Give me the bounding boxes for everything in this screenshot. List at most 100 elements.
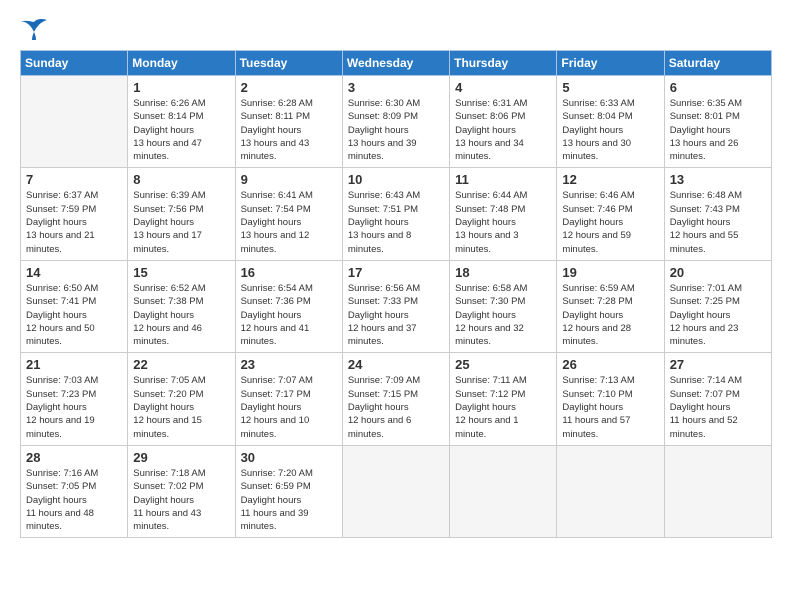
day-info: Sunrise: 6:43 AMSunset: 7:51 PMDaylight …	[348, 189, 444, 255]
weekday-header-sunday: Sunday	[21, 51, 128, 76]
sunset-label: Sunset: 7:28 PM	[562, 296, 632, 307]
sunset-label: Sunset: 7:56 PM	[133, 204, 203, 215]
day-info: Sunrise: 6:28 AM Sunset: 8:11 PM Daylight …	[241, 97, 337, 163]
daylight-label: Daylight hours	[670, 310, 731, 321]
calendar-cell: 2 Sunrise: 6:28 AM Sunset: 8:11 PM Daylight…	[235, 76, 342, 168]
calendar-cell: 28Sunrise: 7:16 AMSunset: 7:05 PMDayligh…	[21, 445, 128, 537]
sunrise-label: Sunrise: 6:39 AM	[133, 190, 205, 201]
daylight-value: 13 hours and 26 minutes.	[670, 138, 739, 162]
day-number: 3	[348, 80, 444, 95]
calendar-cell: 17Sunrise: 6:56 AMSunset: 7:33 PMDayligh…	[342, 260, 449, 352]
calendar-cell: 7Sunrise: 6:37 AMSunset: 7:59 PMDaylight…	[21, 168, 128, 260]
daylight-label: Daylight hours	[455, 310, 516, 321]
calendar-cell: 23 Sunrise: 7:07 AMSunset: 7:17 PMDayligh…	[235, 353, 342, 445]
daylight-value: 13 hours and 47 minutes.	[133, 138, 202, 162]
sunset-label: Sunset: 8:09 PM	[348, 111, 418, 122]
day-info: Sunrise: 6:31 AMSunset: 8:06 PMDaylight …	[455, 97, 551, 163]
calendar-cell	[342, 445, 449, 537]
daylight-value: 11 hours and 43 minutes.	[133, 508, 201, 532]
sunset-label: Sunset: 7:07 PM	[670, 389, 740, 400]
daylight-value: 11 hours and 57 minutes.	[562, 415, 630, 439]
sunrise-label: Sunrise: 7:13 AM	[562, 375, 634, 386]
daylight-label: Daylight hours	[26, 402, 87, 413]
calendar-cell: 9 Sunrise: 6:41 AMSunset: 7:54 PMDaylight…	[235, 168, 342, 260]
day-number: 7	[26, 172, 122, 187]
daylight-value: 12 hours and 6 minutes.	[348, 415, 411, 439]
day-number: 6	[670, 80, 766, 95]
logo-icon	[20, 18, 48, 40]
sunset-label: Sunset: 7:54 PM	[241, 204, 311, 215]
day-info: Sunrise: 7:05 AMSunset: 7:20 PMDaylight …	[133, 374, 229, 440]
weekday-header-monday: Monday	[128, 51, 235, 76]
day-number: 2	[241, 80, 337, 95]
day-info: Sunrise: 7:11 AMSunset: 7:12 PMDaylight …	[455, 374, 551, 440]
daylight-value: 13 hours and 8 minutes.	[348, 230, 411, 254]
sunrise-label: Sunrise: 7:09 AM	[348, 375, 420, 386]
day-number: 8	[133, 172, 229, 187]
day-info: Sunrise: 7:01 AM Sunset: 7:25 PM Daylight …	[670, 282, 766, 348]
day-info: Sunrise: 6:35 AMSunset: 8:01 PMDaylight …	[670, 97, 766, 163]
calendar-cell: 26Sunrise: 7:13 AMSunset: 7:10 PMDayligh…	[557, 353, 664, 445]
sunrise-label: Sunrise: 6:50 AM	[26, 283, 98, 294]
daylight-label: Daylight hours	[241, 310, 302, 321]
day-number: 14	[26, 265, 122, 280]
day-info: Sunrise: 6:48 AMSunset: 7:43 PMDaylight …	[670, 189, 766, 255]
daylight-value: 12 hours and 19 minutes.	[26, 415, 95, 439]
sunset-label: Sunset: 7:10 PM	[562, 389, 632, 400]
calendar-cell: 24Sunrise: 7:09 AMSunset: 7:15 PMDayligh…	[342, 353, 449, 445]
day-info: Sunrise: 6:39 AMSunset: 7:56 PMDaylight …	[133, 189, 229, 255]
day-number: 13	[670, 172, 766, 187]
day-info: Sunrise: 7:07 AMSunset: 7:17 PMDaylight …	[241, 374, 337, 440]
daylight-label: Daylight hours	[455, 217, 516, 228]
day-info: Sunrise: 6:46 AMSunset: 7:46 PMDaylight …	[562, 189, 658, 255]
day-info: Sunrise: 6:52 AMSunset: 7:38 PMDaylight …	[133, 282, 229, 348]
day-info: Sunrise: 6:41 AMSunset: 7:54 PMDaylight …	[241, 189, 337, 255]
sunrise-label: Sunrise: 7:01 AM	[670, 283, 742, 294]
daylight-value: 13 hours and 17 minutes.	[133, 230, 202, 254]
week-row-5: 28Sunrise: 7:16 AMSunset: 7:05 PMDayligh…	[21, 445, 772, 537]
sunrise-label: Sunrise: 6:43 AM	[348, 190, 420, 201]
day-info: Sunrise: 6:50 AMSunset: 7:41 PMDaylight …	[26, 282, 122, 348]
day-number: 21	[26, 357, 122, 372]
day-info: Sunrise: 7:14 AMSunset: 7:07 PMDaylight …	[670, 374, 766, 440]
daylight-value: 12 hours and 1 minute.	[455, 415, 518, 439]
daylight-label: Daylight hours	[133, 495, 194, 506]
sunrise-label: Sunrise: 6:33 AM	[562, 98, 634, 109]
daylight-label: Daylight hours	[348, 310, 409, 321]
calendar-cell: 25Sunrise: 7:11 AMSunset: 7:12 PMDayligh…	[450, 353, 557, 445]
calendar-cell: 22Sunrise: 7:05 AMSunset: 7:20 PMDayligh…	[128, 353, 235, 445]
sunset-label: Sunset: 7:20 PM	[133, 389, 203, 400]
sunset-label: Sunset: 7:38 PM	[133, 296, 203, 307]
daylight-label: Daylight hours	[241, 125, 302, 136]
sunrise-label: Sunrise: 7:07 AM	[241, 375, 313, 386]
sunrise-label: Sunrise: 6:31 AM	[455, 98, 527, 109]
sunrise-label: Sunrise: 6:28 AM	[241, 98, 313, 109]
day-number: 24	[348, 357, 444, 372]
day-number: 10	[348, 172, 444, 187]
sunset-label: Sunset: 7:25 PM	[670, 296, 740, 307]
sunrise-label: Sunrise: 6:44 AM	[455, 190, 527, 201]
day-number: 4	[455, 80, 551, 95]
sunset-label: Sunset: 7:15 PM	[348, 389, 418, 400]
day-info: Sunrise: 7:20 AMSunset: 6:59 PMDaylight …	[241, 467, 337, 533]
sunrise-label: Sunrise: 6:48 AM	[670, 190, 742, 201]
daylight-value: 12 hours and 23 minutes.	[670, 323, 739, 347]
daylight-value: 11 hours and 52 minutes.	[670, 415, 738, 439]
daylight-label: Daylight hours	[670, 217, 731, 228]
weekday-header-thursday: Thursday	[450, 51, 557, 76]
daylight-value: 13 hours and 12 minutes.	[241, 230, 310, 254]
day-number: 23	[241, 357, 337, 372]
daylight-value: 13 hours and 39 minutes.	[348, 138, 417, 162]
day-number: 30	[241, 450, 337, 465]
daylight-label: Daylight hours	[562, 310, 623, 321]
sunset-label: Sunset: 8:11 PM	[241, 111, 311, 122]
sunset-label: Sunset: 7:41 PM	[26, 296, 96, 307]
day-number: 9	[241, 172, 337, 187]
week-row-1: 1Sunrise: 6:26 AMSunset: 8:14 PMDaylight…	[21, 76, 772, 168]
calendar-cell	[21, 76, 128, 168]
day-number: 12	[562, 172, 658, 187]
calendar-cell: 1Sunrise: 6:26 AMSunset: 8:14 PMDaylight…	[128, 76, 235, 168]
sunrise-label: Sunrise: 7:14 AM	[670, 375, 742, 386]
sunrise-label: Sunrise: 6:46 AM	[562, 190, 634, 201]
sunrise-label: Sunrise: 6:52 AM	[133, 283, 205, 294]
